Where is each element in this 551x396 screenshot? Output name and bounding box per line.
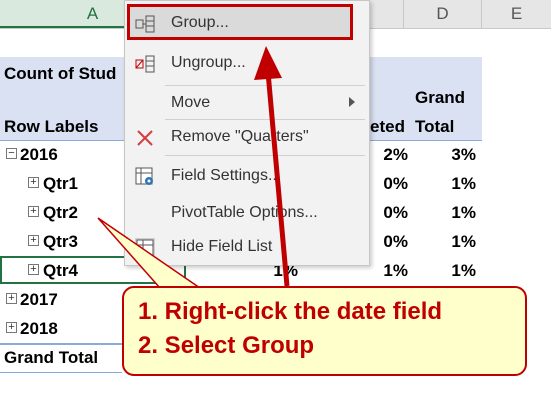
- instruction-callout: 1. Right-click the date field 2. Select …: [122, 286, 527, 376]
- callout-line-2: 2. Select Group: [138, 332, 315, 359]
- red-arrow-line: [265, 71, 290, 287]
- callout-line-1: 1. Right-click the date field: [138, 298, 443, 325]
- red-arrow-head: [254, 46, 282, 80]
- callout-pointer: [97, 217, 203, 289]
